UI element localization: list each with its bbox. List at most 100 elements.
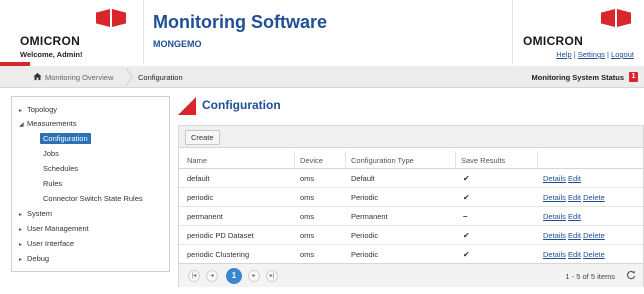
collapse-arrow-icon[interactable]: ◢ xyxy=(19,121,27,128)
breadcrumb: Monitoring Overview Configuration Monito… xyxy=(0,66,644,88)
sidebar-item-measurements[interactable]: ◢ Measurements xyxy=(19,119,77,128)
cell-name: periodic Clustering xyxy=(187,250,250,259)
column-header-device[interactable]: Device xyxy=(300,156,323,165)
cell-device: oms xyxy=(300,174,315,183)
first-page-icon[interactable]: |◂ xyxy=(188,270,200,282)
cell-type: Permanent xyxy=(351,212,388,221)
column-header-configuration-type[interactable]: Configuration Type xyxy=(351,156,414,165)
sidebar-tree: ▸ Topology ◢ Measurements Configuration Jo… xyxy=(11,96,170,272)
omicron-logo-icon xyxy=(601,9,631,27)
refresh-icon[interactable] xyxy=(626,270,636,280)
details-link[interactable]: Details xyxy=(543,250,566,259)
details-link[interactable]: Details xyxy=(543,231,566,240)
check-icon: ✔ xyxy=(463,250,470,259)
expand-arrow-icon[interactable]: ▸ xyxy=(19,241,27,248)
sidebar-item-schedules[interactable]: Schedules xyxy=(43,164,78,173)
details-link[interactable]: Details xyxy=(543,212,566,221)
last-page-icon[interactable]: ▸| xyxy=(266,270,278,282)
check-icon: ✔ xyxy=(463,193,470,202)
table-row[interactable]: default oms Default ✔ Details Edit xyxy=(179,169,643,188)
configuration-grid: Create Name Device Configuration Type Sa… xyxy=(178,125,644,287)
prev-page-icon[interactable]: ◂ xyxy=(206,270,218,282)
sidebar-item-user-interface[interactable]: ▸ User Interface xyxy=(19,239,74,248)
top-links: Help | Settings | Logout xyxy=(556,50,634,59)
column-divider xyxy=(345,151,346,169)
row-actions: Details Edit xyxy=(543,174,581,183)
cell-name: periodic xyxy=(187,193,214,202)
sidebar-item-rules[interactable]: Rules xyxy=(43,179,62,188)
sidebar-item-jobs[interactable]: Jobs xyxy=(43,149,59,158)
column-header-name[interactable]: Name xyxy=(187,156,207,165)
row-actions: Details Edit xyxy=(543,212,581,221)
edit-link[interactable]: Edit xyxy=(568,212,581,221)
pager: |◂ ◂ 1 ▸ ▸| 1 - 5 of 5 items xyxy=(179,263,643,287)
table-row[interactable]: periodic PD Dataset oms Periodic ✔ Detai… xyxy=(179,226,643,245)
next-page-icon[interactable]: ▸ xyxy=(248,270,260,282)
cell-device: oms xyxy=(300,250,315,259)
cell-type: Default xyxy=(351,174,375,183)
expand-arrow-icon[interactable]: ▸ xyxy=(19,256,27,263)
column-divider xyxy=(537,151,538,169)
breadcrumb-monitoring-overview[interactable]: Monitoring Overview xyxy=(45,73,113,82)
cell-type: Periodic xyxy=(351,193,379,202)
cell-name: default xyxy=(187,174,210,183)
row-actions: Details Edit Delete xyxy=(543,193,605,202)
column-divider xyxy=(294,151,295,169)
welcome-text: Welcome, Admin! xyxy=(20,50,83,59)
breadcrumb-configuration: Configuration xyxy=(138,73,183,82)
status-badge[interactable]: 1 xyxy=(629,72,638,82)
expand-arrow-icon[interactable]: ▸ xyxy=(19,211,27,218)
sidebar-item-debug[interactable]: ▸ Debug xyxy=(19,254,49,263)
delete-link[interactable]: Delete xyxy=(583,231,605,240)
cell-device: oms xyxy=(300,212,315,221)
pager-info: 1 - 5 of 5 items xyxy=(565,272,615,281)
table-row[interactable]: periodic Clustering oms Periodic ✔ Detai… xyxy=(179,245,643,264)
settings-link[interactable]: Settings xyxy=(578,50,605,59)
app-subtitle: MONGEMO xyxy=(153,39,202,49)
details-link[interactable]: Details xyxy=(543,193,566,202)
cell-name: periodic PD Dataset xyxy=(187,231,254,240)
sidebar-item-topology[interactable]: ▸ Topology xyxy=(19,105,57,114)
cell-device: oms xyxy=(300,231,315,240)
table-row[interactable]: permanent oms Permanent – Details Edit xyxy=(179,207,643,226)
grid-header: Name Device Configuration Type Save Resu… xyxy=(179,151,643,169)
logout-link[interactable]: Logout xyxy=(611,50,634,59)
home-icon[interactable] xyxy=(33,72,42,81)
check-icon: ✔ xyxy=(463,231,470,240)
expand-arrow-icon[interactable]: ▸ xyxy=(19,226,27,233)
edit-link[interactable]: Edit xyxy=(568,231,581,240)
table-row[interactable]: periodic oms Periodic ✔ Details Edit Del… xyxy=(179,188,643,207)
sidebar-item-user-management[interactable]: ▸ User Management xyxy=(19,224,89,233)
cell-name: permanent xyxy=(187,212,223,221)
row-actions: Details Edit Delete xyxy=(543,231,605,240)
create-button[interactable]: Create xyxy=(185,130,220,145)
cell-device: oms xyxy=(300,193,315,202)
dash-icon: – xyxy=(463,212,468,221)
column-divider xyxy=(455,151,456,169)
breadcrumb-separator-icon xyxy=(125,68,133,86)
edit-link[interactable]: Edit xyxy=(568,250,581,259)
help-link[interactable]: Help xyxy=(556,50,571,59)
page-title: Configuration xyxy=(202,98,281,112)
delete-link[interactable]: Delete xyxy=(583,250,605,259)
brand-name-left: OMICRON xyxy=(20,34,81,48)
expand-arrow-icon[interactable]: ▸ xyxy=(19,107,27,114)
sidebar-item-connector-switch-state-rules[interactable]: Connector Switch State Rules xyxy=(43,194,143,203)
check-icon: ✔ xyxy=(463,174,470,183)
app-header: OMICRON Welcome, Admin! Monitoring Softw… xyxy=(0,0,644,66)
link-separator: | xyxy=(607,50,609,59)
details-link[interactable]: Details xyxy=(543,174,566,183)
edit-link[interactable]: Edit xyxy=(568,193,581,202)
sidebar-item-configuration[interactable]: Configuration xyxy=(40,133,91,144)
page-1-button[interactable]: 1 xyxy=(226,268,242,284)
title-accent-icon xyxy=(178,97,196,115)
brand-right: OMICRON Help | Settings | Logout xyxy=(512,0,644,65)
sidebar-item-system[interactable]: ▸ System xyxy=(19,209,52,218)
edit-link[interactable]: Edit xyxy=(568,174,581,183)
cell-type: Periodic xyxy=(351,250,379,259)
monitoring-status-label[interactable]: Monitoring System Status xyxy=(531,73,624,82)
column-header-save-results[interactable]: Save Results xyxy=(461,156,505,165)
row-actions: Details Edit Delete xyxy=(543,250,605,259)
delete-link[interactable]: Delete xyxy=(583,193,605,202)
app-title: Monitoring Software xyxy=(153,12,327,32)
